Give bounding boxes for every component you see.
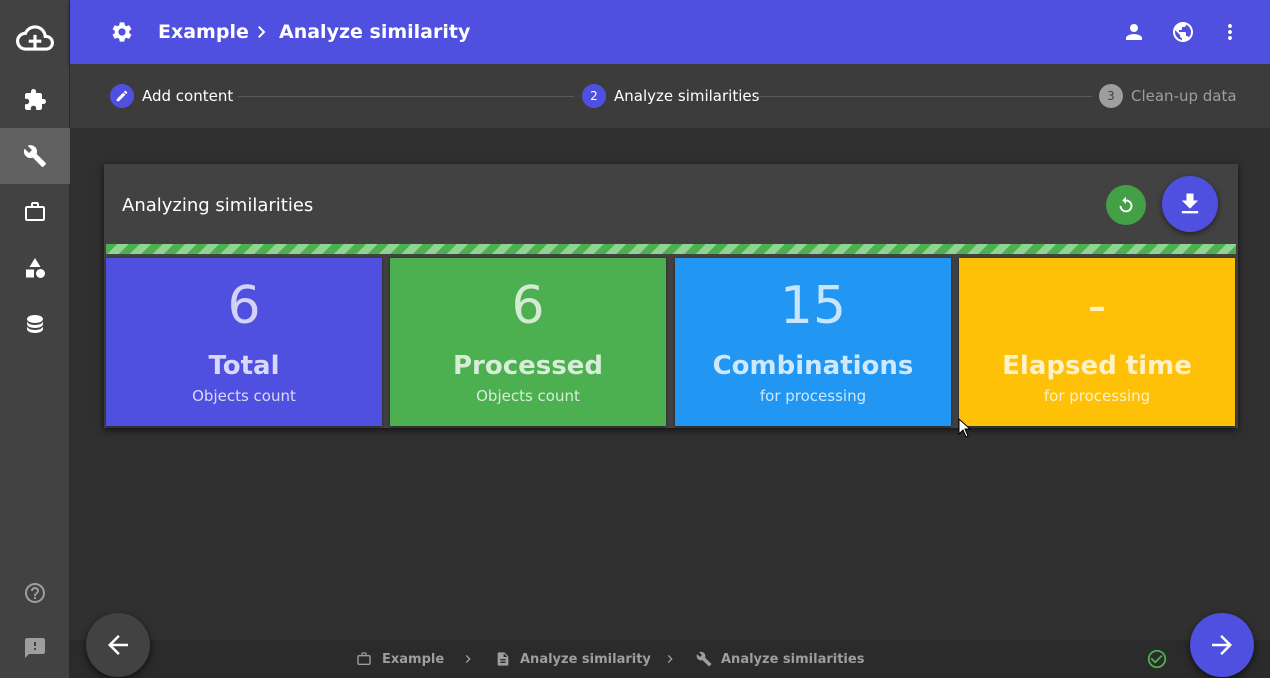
sidebar-item-plugins[interactable] <box>0 72 70 128</box>
step-add-content[interactable]: Add content <box>110 84 233 108</box>
step-analyze[interactable]: 2 Analyze similarities <box>582 84 759 108</box>
progress-bar <box>106 244 1236 254</box>
briefcase-icon <box>25 202 45 221</box>
tile-label: Total <box>208 351 280 381</box>
briefcase-icon <box>357 652 371 665</box>
footer-crumb-project[interactable]: Example <box>382 652 444 668</box>
stepper: Add content 2 Analyze similarities 3 Cle… <box>70 64 1270 128</box>
document-icon <box>497 652 509 666</box>
tile-sub: Objects count <box>192 387 296 405</box>
card-title: Analyzing similarities <box>122 195 314 216</box>
more-vertical-icon[interactable] <box>1218 20 1242 44</box>
footer-crumb-step: Analyze similarities <box>721 652 865 667</box>
tile-sub: for processing <box>759 387 867 405</box>
download-icon <box>1181 193 1199 214</box>
step-label: Analyze similarities <box>614 87 760 105</box>
mouse-cursor-icon <box>958 418 972 438</box>
tile-combinations: 15 Combinations for processing <box>675 258 951 426</box>
tile-value: 6 <box>511 276 545 336</box>
tile-value: - <box>1087 276 1107 336</box>
chevron-right-icon <box>465 655 471 663</box>
arrow-left-icon <box>108 635 128 655</box>
tile-sub: Objects count <box>476 387 580 405</box>
help-icon <box>25 583 45 603</box>
tile-label: Processed <box>453 351 603 381</box>
tile-value: 15 <box>779 276 847 336</box>
tile-elapsed-time: - Elapsed time for processing <box>959 258 1235 426</box>
step-label: Clean-up data <box>1131 87 1237 105</box>
app-header: Example Analyze similarity <box>70 0 1270 64</box>
app-logo[interactable] <box>0 10 70 66</box>
page-title: Analyze similarity <box>279 21 471 43</box>
feedback-icon <box>25 638 45 658</box>
puzzle-icon <box>25 89 46 110</box>
refresh-button[interactable] <box>1106 185 1146 225</box>
sidebar-item-tools[interactable] <box>0 128 70 184</box>
check-circle-icon <box>1147 649 1167 669</box>
sidebar-item-shapes[interactable] <box>0 240 70 296</box>
step-cleanup[interactable]: 3 Clean-up data <box>1099 84 1237 108</box>
shapes-icon <box>26 258 45 278</box>
wrench-icon <box>23 145 46 167</box>
breadcrumb-project[interactable]: Example <box>158 20 249 44</box>
sidebar-item-projects[interactable] <box>0 184 70 240</box>
cloud-upload-icon <box>16 25 54 51</box>
tile-sub: for processing <box>1043 387 1151 405</box>
download-button[interactable] <box>1162 176 1218 232</box>
step-label: Add content <box>142 87 234 105</box>
arrow-right-icon <box>1212 635 1232 655</box>
step-connector <box>238 96 574 97</box>
chevron-right-icon <box>258 26 266 38</box>
chevron-right-icon <box>667 655 673 663</box>
database-icon <box>27 315 43 333</box>
sidebar-item-help[interactable] <box>0 565 70 621</box>
next-button[interactable] <box>1190 613 1254 677</box>
analysis-card: Analyzing similarities 6 Total Objects c… <box>104 164 1238 428</box>
tile-value: 6 <box>227 276 261 336</box>
sidebar-item-database[interactable] <box>0 296 70 352</box>
tile-processed: 6 Processed Objects count <box>390 258 666 426</box>
tile-total: 6 Total Objects count <box>106 258 382 426</box>
step-number: 3 <box>1099 84 1123 108</box>
globe-icon[interactable] <box>1171 20 1195 44</box>
wrench-icon <box>696 651 712 667</box>
pencil-icon <box>110 84 134 108</box>
step-number: 2 <box>582 84 606 108</box>
step-connector <box>756 96 1092 97</box>
footer-crumb-page[interactable]: Analyze similarity <box>520 652 651 668</box>
refresh-icon <box>1119 196 1133 213</box>
tile-label: Combinations <box>712 351 914 381</box>
back-button[interactable] <box>86 613 150 677</box>
status-bar: Example Analyze similarity Analyze simil… <box>70 640 1270 678</box>
sidebar <box>0 0 70 678</box>
sidebar-item-feedback[interactable] <box>0 620 70 676</box>
tile-label: Elapsed time <box>1002 351 1192 381</box>
account-icon[interactable] <box>1122 20 1146 44</box>
gear-icon[interactable] <box>110 20 134 44</box>
